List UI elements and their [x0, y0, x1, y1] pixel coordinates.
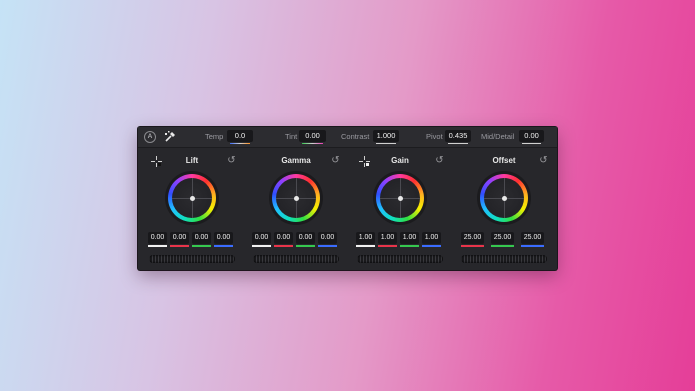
gain-g-field[interactable]: 1.00 [400, 232, 419, 244]
lift-g-field[interactable]: 0.00 [192, 232, 211, 244]
contrast-field[interactable]: 1.000 [373, 130, 399, 142]
gain-reset-icon[interactable]: ↺ [434, 155, 445, 166]
gain-b-field[interactable]: 1.00 [422, 232, 441, 244]
pivot-field[interactable]: 0.435 [445, 130, 471, 142]
contrast-indicator [376, 143, 396, 144]
pivot-label: Pivot [426, 132, 443, 141]
tint-field[interactable]: 0.00 [299, 130, 326, 142]
temp-label: Temp [205, 132, 224, 141]
offset-wheel[interactable] [477, 171, 531, 225]
middetail-indicator [522, 143, 541, 144]
gamma-master-wheel[interactable] [253, 255, 339, 263]
gamma-b-field[interactable]: 0.00 [318, 232, 337, 244]
tint-label: Tint [285, 132, 298, 141]
lift-reset-icon[interactable]: ↺ [226, 155, 237, 166]
primaries-toolbar: A Temp 0.0 Tint 0.00 Contrast 1.000 Pivo… [138, 127, 557, 148]
gain-wheel-group: Gain ↺ 1.00 1.00 1.00 1.00 [348, 147, 452, 270]
gamma-r-indicator [274, 245, 293, 247]
lift-wheel-group: Lift ↺ 0.00 0.00 0.00 0.00 [140, 147, 244, 270]
lift-y-indicator [148, 245, 167, 247]
gamma-g-indicator [296, 245, 315, 247]
gain-y-field[interactable]: 1.00 [356, 232, 375, 244]
offset-r-field[interactable]: 25.00 [461, 232, 484, 244]
gain-wheel-handle[interactable] [397, 195, 403, 201]
auto-balance-button[interactable]: A [144, 131, 156, 143]
offset-b-field[interactable]: 25.00 [521, 232, 544, 244]
gain-master-wheel[interactable] [357, 255, 443, 263]
gain-b-indicator [422, 245, 441, 247]
gamma-wheel[interactable] [269, 171, 323, 225]
color-picker-icon[interactable] [164, 130, 176, 143]
gamma-wheel-handle[interactable] [293, 195, 299, 201]
temp-field[interactable]: 0.0 [227, 130, 253, 142]
lift-g-indicator [192, 245, 211, 247]
offset-wheel-group: Offset ↺ 25.00 25.00 25.00 [452, 147, 556, 270]
gamma-y-indicator [252, 245, 271, 247]
offset-r-indicator [461, 245, 484, 247]
gamma-y-field[interactable]: 0.00 [252, 232, 271, 244]
gamma-g-field[interactable]: 0.00 [296, 232, 315, 244]
gain-wheel[interactable] [373, 171, 427, 225]
gain-g-indicator [400, 245, 419, 247]
offset-g-field[interactable]: 25.00 [491, 232, 514, 244]
middetail-label: Mid/Detail [481, 132, 515, 141]
lift-b-field[interactable]: 0.00 [214, 232, 233, 244]
lift-r-field[interactable]: 0.00 [170, 232, 189, 244]
offset-reset-icon[interactable]: ↺ [538, 155, 549, 166]
offset-g-indicator [491, 245, 514, 247]
gamma-b-indicator [318, 245, 337, 247]
pivot-indicator [448, 143, 468, 144]
offset-b-indicator [521, 245, 544, 247]
gain-y-indicator [356, 245, 375, 247]
contrast-label: Contrast [341, 132, 370, 141]
gamma-r-field[interactable]: 0.00 [274, 232, 293, 244]
lift-r-indicator [170, 245, 189, 247]
gamma-wheel-group: Gamma ↺ 0.00 0.00 0.00 0.00 [244, 147, 348, 270]
lift-y-field[interactable]: 0.00 [148, 232, 167, 244]
color-wheels-panel: A Temp 0.0 Tint 0.00 Contrast 1.000 Pivo… [138, 127, 557, 270]
gamma-reset-icon[interactable]: ↺ [330, 155, 341, 166]
offset-wheel-handle[interactable] [501, 195, 507, 201]
temp-indicator [230, 143, 250, 144]
tint-indicator [302, 143, 323, 144]
gain-r-field[interactable]: 1.00 [378, 232, 397, 244]
lift-wheel-handle[interactable] [189, 195, 195, 201]
middetail-field[interactable]: 0.00 [519, 130, 544, 142]
gain-r-indicator [378, 245, 397, 247]
lift-master-wheel[interactable] [149, 255, 235, 263]
offset-master-wheel[interactable] [461, 255, 547, 263]
lift-wheel[interactable] [165, 171, 219, 225]
lift-b-indicator [214, 245, 233, 247]
